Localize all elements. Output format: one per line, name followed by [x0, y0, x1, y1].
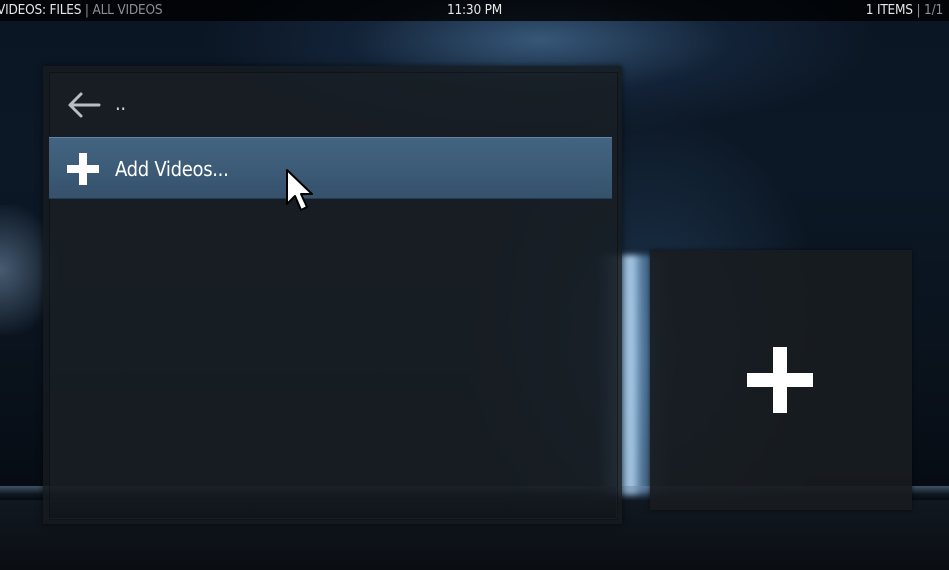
plus-icon — [65, 151, 101, 187]
clock: 11:30 PM — [446, 2, 503, 18]
list-item-label: .. — [115, 91, 126, 115]
item-count: 1 ITEMS — [865, 2, 913, 18]
page-indicator: 1/1 — [924, 2, 943, 18]
list-footer — [49, 486, 616, 518]
plus-icon — [747, 347, 813, 413]
list-item-add-videos[interactable]: Add Videos... — [49, 137, 612, 199]
back-arrow-icon — [65, 87, 101, 123]
item-counter: 1 ITEMS | 1/1 — [866, 0, 943, 21]
list-item-label: Add Videos... — [115, 157, 229, 181]
page-separator: | — [916, 2, 921, 18]
list-item-parent-folder[interactable]: .. — [49, 74, 612, 136]
mouse-cursor-icon — [285, 168, 315, 214]
header-bar: VIDEOS: FILES | ALL VIDEOS 11:30 PM 1 IT… — [0, 0, 949, 21]
file-list-panel: .. Add Videos... — [43, 66, 622, 524]
preview-panel — [650, 250, 912, 510]
